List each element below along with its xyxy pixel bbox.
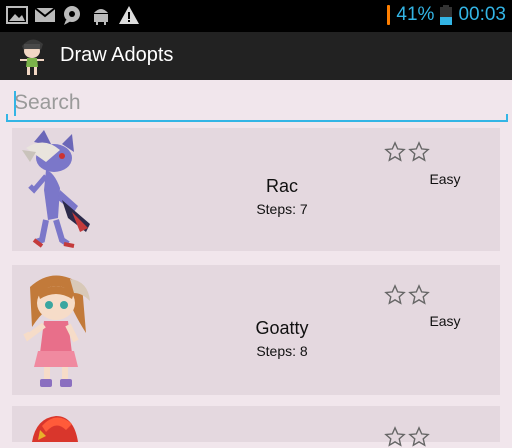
app-title: Draw Adopts [60,44,174,66]
battery-icon [440,5,453,25]
goat-girl-character [23,275,90,387]
adopt-name: Goatty [255,318,309,338]
text-cursor [14,91,16,116]
difficulty-stars [384,141,430,163]
star-icon [408,426,430,447]
warning-icon [119,6,139,24]
adopt-card-rac[interactable]: Rac Steps: 7 Easy [12,128,500,251]
star-icon [408,284,430,305]
star-icon [384,426,406,447]
adopt-card-3[interactable] [12,406,500,447]
star-icon [384,141,406,162]
difficulty-stars [384,426,430,448]
image-icon [6,6,28,24]
android-icon [94,9,108,25]
voicemail-icon [64,6,80,25]
adopt-name: Rac [265,176,298,196]
difficulty-label: Easy [429,313,461,329]
adopt-steps: Steps: 8 [256,343,308,359]
search-container [6,88,508,122]
adopt-steps: Steps: 7 [256,201,308,217]
status-bar: 41% 00:03 [0,0,512,32]
search-input[interactable] [6,88,508,118]
search-underline [6,114,508,122]
difficulty-stars [384,284,430,306]
adopt-card-goatty[interactable]: Goatty Steps: 8 Easy [12,265,500,395]
battery-percent: 41% [396,4,435,25]
purple-wolf-character [22,130,90,248]
mail-icon [34,7,56,22]
red-hair-character [32,416,78,442]
clock: 00:03 [458,4,506,25]
difficulty-label: Easy [429,171,461,187]
battery-low-indicator [387,5,391,25]
star-icon [384,284,406,305]
app-character-icon[interactable] [16,36,48,76]
star-icon [408,141,430,162]
